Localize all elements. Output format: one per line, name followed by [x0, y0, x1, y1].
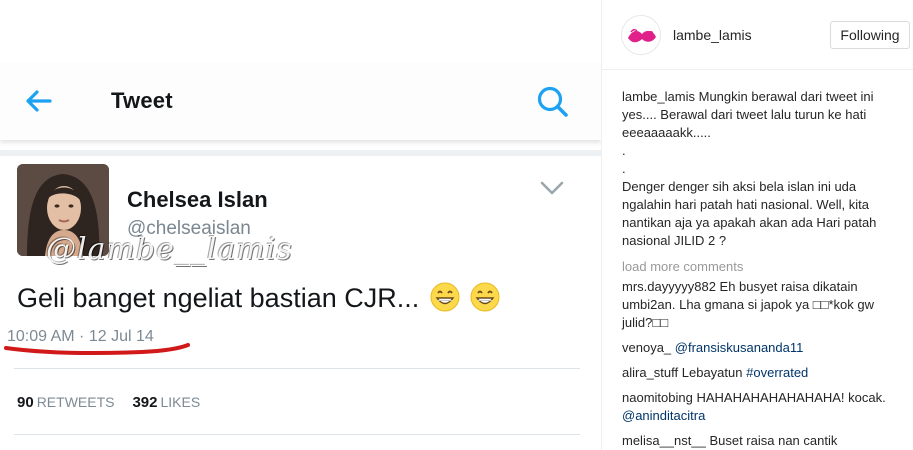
caption-dot: .	[622, 143, 626, 158]
search-icon	[537, 86, 568, 117]
tweet-header: Tweet	[0, 62, 601, 140]
caption-text-2: Denger denger sih aksi bela islan ini ud…	[622, 179, 877, 248]
comments-section: lambe_lamis Mungkin berawal dari tweet i…	[622, 88, 907, 450]
comment-text: Lebayatun	[681, 365, 743, 380]
comment-item: melisa__nst__ Buset raisa nan cantik	[622, 432, 907, 450]
comment-username[interactable]: naomitobing	[622, 390, 693, 405]
comment-text: HAHAHAHAHAHAHAHA! kocak.	[696, 390, 886, 405]
comment-item: venoya_ @fransiskusananda11	[622, 339, 907, 357]
comment-item: naomitobing HAHAHAHAHAHAHAHA! kocak. @an…	[622, 389, 907, 425]
comment-hashtag-link[interactable]: #overrated	[746, 365, 808, 380]
tweet-author-name: Chelsea Islan	[127, 187, 268, 212]
divider	[14, 368, 580, 369]
caption-dot: .	[622, 161, 626, 176]
comment-item: alira_stuff Lebayatun #overrated	[622, 364, 907, 382]
grinning-emoji-icon	[470, 282, 500, 312]
retweets-label: RETWEETS	[36, 394, 115, 410]
post-header: lambe_lamis Following	[602, 0, 913, 70]
watermark: @lambe__lamis	[46, 232, 293, 267]
grinning-emoji-icon	[430, 282, 460, 312]
comment-item: mrs.dayyyyy882 Eh busyet raisa dikatain …	[622, 278, 907, 332]
tweet-header-title: Tweet	[111, 88, 173, 113]
likes-count: 392	[132, 394, 158, 411]
divider	[0, 150, 601, 156]
back-arrow-icon	[26, 90, 52, 112]
likes-label: LIKES	[160, 394, 201, 410]
caption: lambe_lamis Mungkin berawal dari tweet i…	[622, 88, 907, 142]
following-button[interactable]: Following	[830, 21, 910, 49]
comment-text: Buset raisa nan cantik	[709, 433, 838, 448]
comment-username[interactable]: mrs.dayyyyy882	[622, 279, 716, 294]
comment-mention-link[interactable]: @aninditacitra	[622, 408, 705, 423]
comment-mention-link[interactable]: @fransiskusananda11	[675, 340, 804, 355]
tweet-text: Geli banget ngeliat bastian CJR...	[17, 282, 500, 314]
tweet-stats: 90 RETWEETS 392 LIKES	[17, 394, 218, 411]
comment-username[interactable]: melisa__nst__	[622, 433, 706, 448]
tweet-photo: Tweet Chelsea Islan @chelseaislan @lambe…	[0, 0, 601, 450]
comment-username[interactable]: alira_stuff	[622, 365, 678, 380]
divider	[14, 434, 580, 435]
instagram-side-panel: lambe_lamis Following lambe_lamis Mungki…	[601, 0, 913, 450]
account-avatar[interactable]	[621, 15, 661, 55]
red-underline-annotation	[4, 343, 190, 355]
load-more-comments-link[interactable]: load more comments	[622, 258, 907, 276]
account-username[interactable]: lambe_lamis	[673, 27, 752, 43]
chevron-down-icon	[540, 181, 564, 195]
tweet-text-content: Geli banget ngeliat bastian CJR...	[17, 283, 420, 313]
caption-username[interactable]: lambe_lamis	[622, 89, 695, 104]
comment-username[interactable]: venoya_	[622, 340, 671, 355]
retweets-count: 90	[17, 394, 34, 411]
